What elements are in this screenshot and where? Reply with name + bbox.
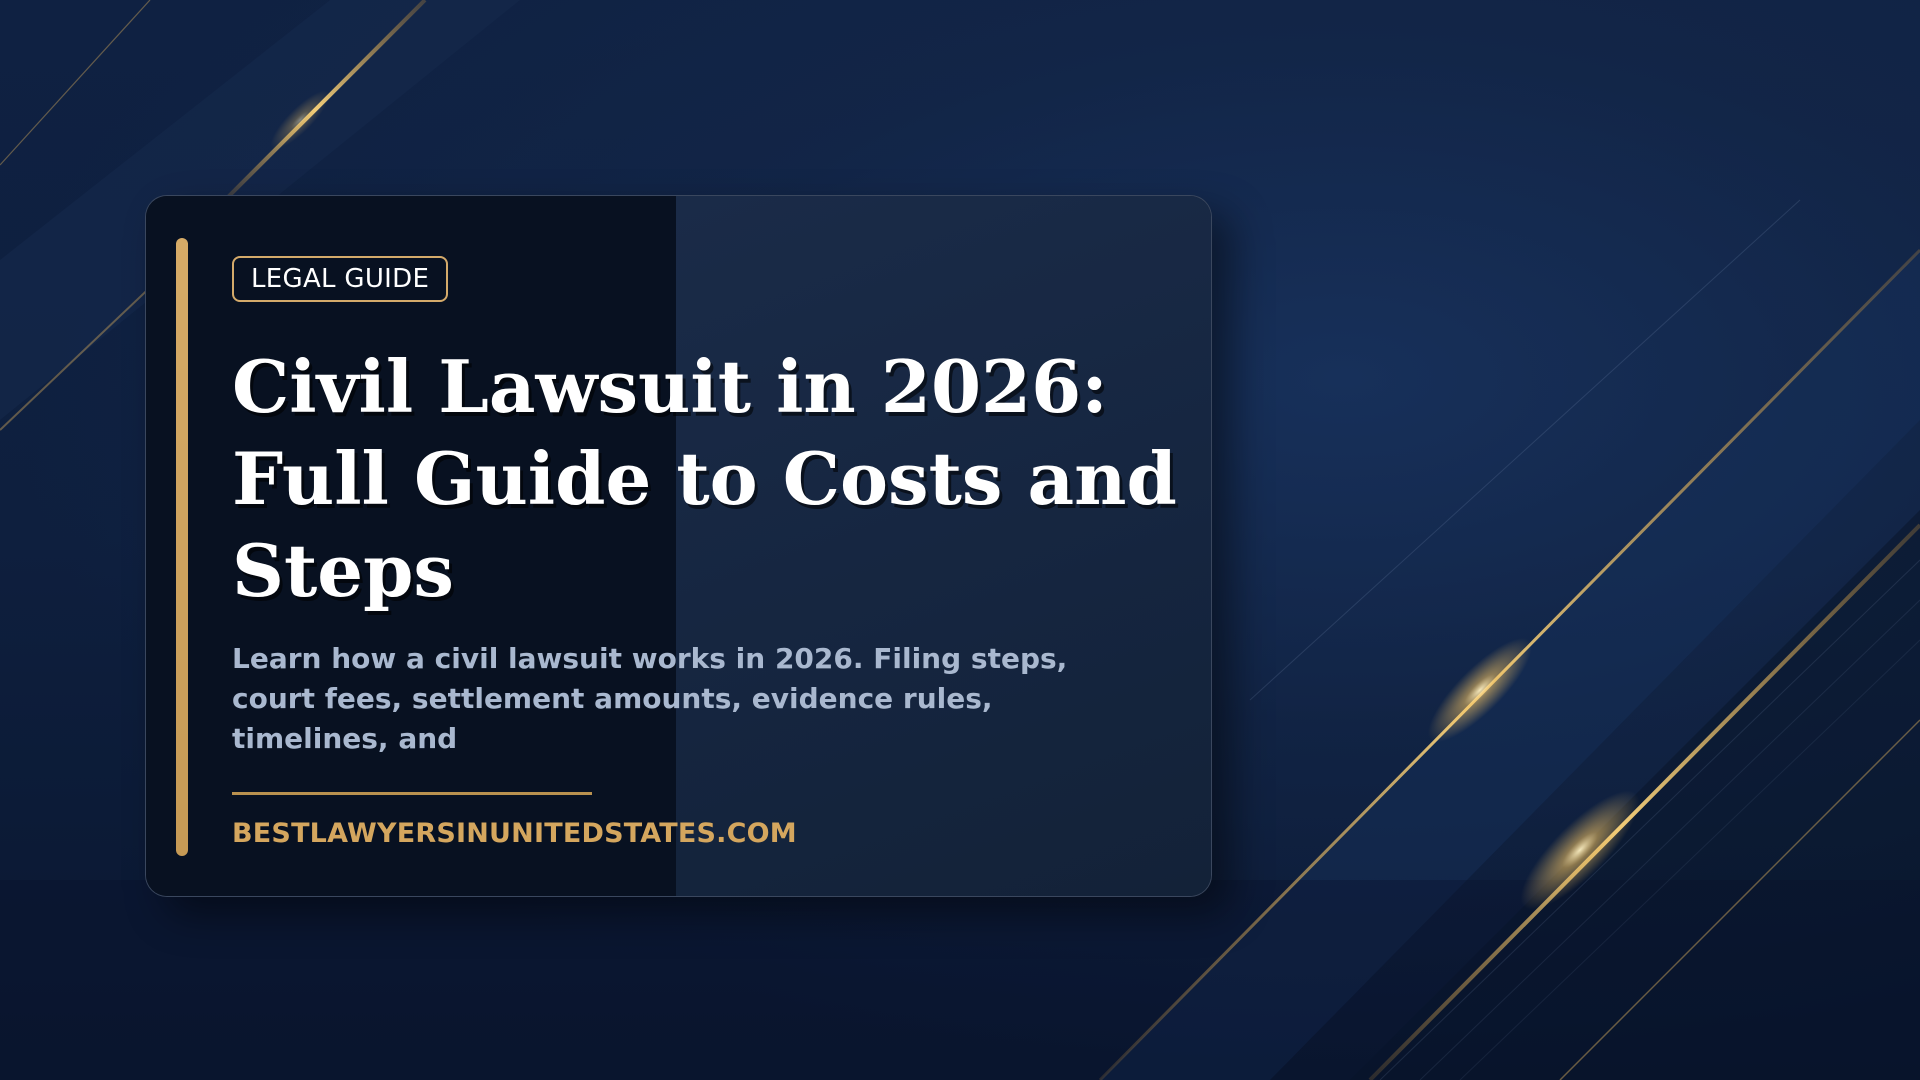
gold-accent-bar: [176, 238, 188, 856]
website-url: BESTLAWYERSINUNITEDSTATES.COM: [232, 818, 797, 849]
hero-banner: LEGAL GUIDE Civil Lawsuit in 2026: Full …: [0, 0, 1920, 1080]
gold-divider: [232, 792, 592, 795]
category-badge: LEGAL GUIDE: [232, 256, 449, 302]
article-description: Learn how a civil lawsuit works in 2026.…: [232, 642, 1068, 755]
page-title: Civil Lawsuit in 2026: Full Guide to Cos…: [232, 344, 1177, 613]
content-card: LEGAL GUIDE Civil Lawsuit in 2026: Full …: [145, 195, 1212, 897]
